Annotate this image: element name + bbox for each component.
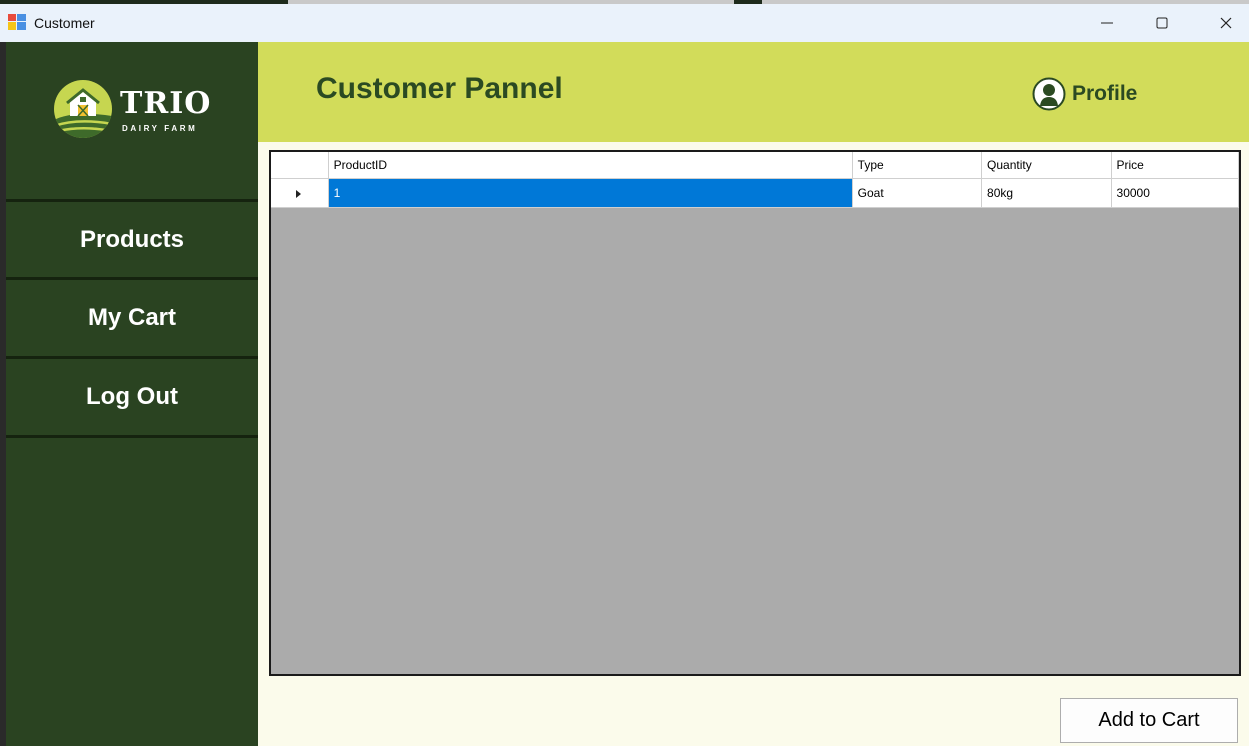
column-header-type[interactable]: Type bbox=[852, 152, 983, 179]
logo-word: TRIO bbox=[120, 86, 212, 121]
row-header-corner bbox=[271, 152, 329, 179]
close-icon bbox=[1220, 17, 1232, 29]
cell-quantity[interactable]: 80kg bbox=[981, 178, 1112, 208]
profile-button[interactable]: Profile bbox=[1032, 77, 1137, 111]
app-icon bbox=[8, 14, 26, 30]
table-header-row: ProductID Type Quantity Price bbox=[271, 152, 1240, 179]
header-bar: Customer Pannel Profile bbox=[258, 42, 1249, 142]
close-button[interactable] bbox=[1203, 4, 1249, 42]
add-to-cart-button[interactable]: Add to Cart bbox=[1060, 698, 1238, 743]
sidebar-item-log-out[interactable]: Log Out bbox=[6, 359, 258, 435]
window-title: Customer bbox=[34, 15, 95, 31]
sidebar-item-my-cart[interactable]: My Cart bbox=[6, 280, 258, 356]
title-bar: Customer bbox=[0, 4, 1249, 42]
cell-productid[interactable]: 1 bbox=[328, 178, 853, 208]
nav-divider bbox=[6, 435, 258, 438]
current-row-arrow-icon bbox=[296, 189, 302, 198]
logo-subtitle: DAIRY FARM bbox=[122, 124, 198, 133]
barn-logo-icon bbox=[54, 80, 112, 138]
trio-logo: TRIO DAIRY FARM bbox=[54, 80, 224, 144]
table-row[interactable]: 1 Goat 80kg 30000 bbox=[271, 178, 1240, 208]
page-title: Customer Pannel bbox=[316, 72, 563, 105]
row-selector[interactable] bbox=[271, 178, 329, 208]
maximize-icon bbox=[1156, 17, 1168, 29]
products-grid[interactable]: ProductID Type Quantity Price 1 Goat 80k… bbox=[269, 150, 1241, 676]
maximize-button[interactable] bbox=[1139, 4, 1185, 42]
column-header-productid[interactable]: ProductID bbox=[328, 152, 853, 179]
minimize-button[interactable] bbox=[1084, 4, 1130, 42]
user-avatar-icon bbox=[1032, 77, 1066, 111]
main-content: ProductID Type Quantity Price 1 Goat 80k… bbox=[258, 142, 1249, 746]
minimize-icon bbox=[1101, 22, 1113, 24]
column-header-quantity[interactable]: Quantity bbox=[981, 152, 1112, 179]
column-header-price[interactable]: Price bbox=[1111, 152, 1240, 179]
profile-label: Profile bbox=[1072, 82, 1138, 105]
cell-price[interactable]: 30000 bbox=[1111, 178, 1240, 208]
cell-type[interactable]: Goat bbox=[852, 178, 983, 208]
products-table: ProductID Type Quantity Price 1 Goat 80k… bbox=[271, 152, 1240, 208]
sidebar: TRIO DAIRY FARM Products My Cart Log Out bbox=[6, 42, 258, 746]
sidebar-item-products[interactable]: Products bbox=[6, 202, 258, 278]
